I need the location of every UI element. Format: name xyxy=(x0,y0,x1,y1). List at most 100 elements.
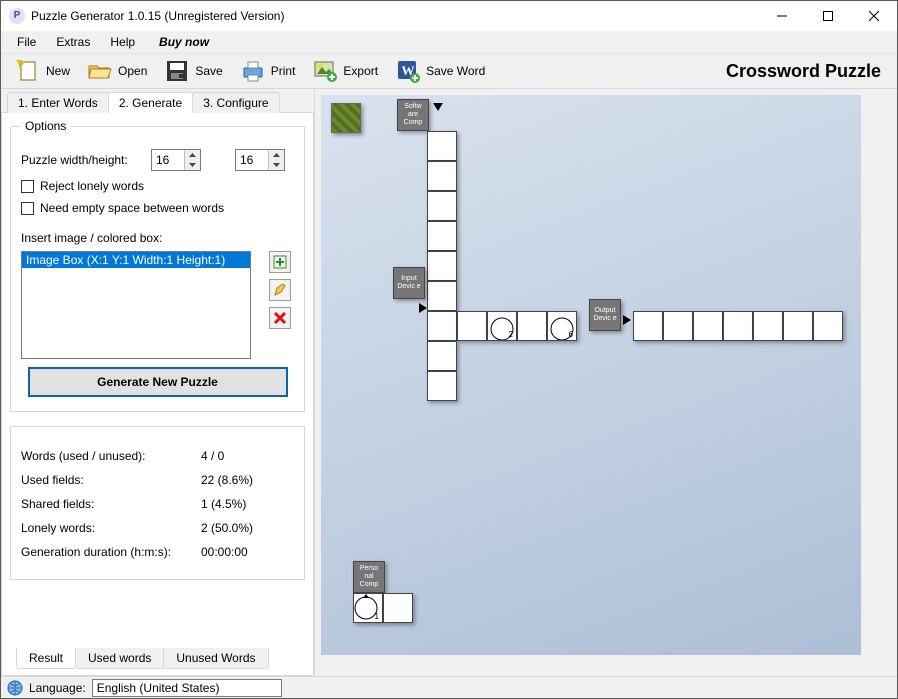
grid-cell[interactable] xyxy=(723,311,753,341)
grid-cell[interactable] xyxy=(383,593,413,623)
need-empty-space-label: Need empty space between words xyxy=(40,201,224,215)
grid-cell[interactable] xyxy=(457,311,487,341)
need-empty-space-checkbox[interactable]: Need empty space between words xyxy=(21,201,294,215)
insert-image-label: Insert image / colored box: xyxy=(21,231,294,245)
statusbar: Language: xyxy=(1,676,897,698)
close-button[interactable] xyxy=(851,1,897,31)
minimize-button[interactable] xyxy=(759,1,805,31)
grid-cell[interactable] xyxy=(427,341,457,371)
grid-cell[interactable]: 2 xyxy=(487,311,517,341)
grid-cell[interactable] xyxy=(427,311,457,341)
reject-lonely-checkbox[interactable]: Reject lonely words xyxy=(21,179,294,193)
stat-words-key: Words (used / unused): xyxy=(21,449,201,463)
grid-cell[interactable] xyxy=(427,131,457,161)
chevron-right-icon xyxy=(623,315,631,325)
app-icon: P xyxy=(9,8,25,24)
cell-number: 6 xyxy=(569,330,573,339)
left-pane: 1. Enter Words 2. Generate 3. Configure … xyxy=(1,89,315,676)
puzzle-canvas[interactable]: Softw are Comp Input Devic e xyxy=(321,95,861,655)
stat-shared-value: 1 (4.5%) xyxy=(201,497,246,511)
menu-file[interactable]: File xyxy=(9,33,44,51)
language-label: Language: xyxy=(29,681,86,695)
size-label: Puzzle width/height: xyxy=(21,153,141,167)
image-box-item[interactable]: Image Box (X:1 Y:1 Width:1 Height:1) xyxy=(22,252,250,268)
stats-box: Words (used / unused):4 / 0 Used fields:… xyxy=(10,426,305,580)
stat-lonely-key: Lonely words: xyxy=(21,521,201,535)
cell-number: 2 xyxy=(509,330,513,339)
generate-panel: Options Puzzle width/height: xyxy=(1,112,314,676)
export-button[interactable]: Export xyxy=(304,54,385,88)
grid-cell[interactable] xyxy=(427,191,457,221)
floppy-save-icon xyxy=(163,57,191,85)
app-window: P Puzzle Generator 1.0.15 (Unregistered … xyxy=(0,0,898,699)
options-group: Options Puzzle width/height: xyxy=(10,119,305,412)
height-down[interactable] xyxy=(269,160,284,170)
height-spinner[interactable] xyxy=(235,149,285,171)
tab-used-words[interactable]: Used words xyxy=(75,648,164,669)
grid-cell[interactable] xyxy=(753,311,783,341)
grid-cell[interactable]: 6 xyxy=(547,311,577,341)
pencil-icon xyxy=(273,283,287,297)
minimize-icon xyxy=(777,11,787,21)
print-button[interactable]: Print xyxy=(232,54,303,88)
grid-cell[interactable] xyxy=(427,161,457,191)
grid-cell[interactable] xyxy=(427,281,457,311)
grid-cell[interactable] xyxy=(427,371,457,401)
puzzle-type-title: Crossword Puzzle xyxy=(726,61,891,82)
language-input[interactable] xyxy=(92,679,282,697)
titlebar: P Puzzle Generator 1.0.15 (Unregistered … xyxy=(1,1,897,31)
inserted-image-thumb[interactable] xyxy=(331,103,361,133)
tab-configure[interactable]: 3. Configure xyxy=(192,92,279,113)
body-row: 1. Enter Words 2. Generate 3. Configure … xyxy=(1,89,897,676)
grid-cell[interactable] xyxy=(813,311,843,341)
print-label: Print xyxy=(271,64,296,78)
printer-icon xyxy=(239,57,267,85)
generate-button[interactable]: Generate New Puzzle xyxy=(28,367,288,397)
image-box-list[interactable]: Image Box (X:1 Y:1 Width:1 Height:1) xyxy=(21,251,251,359)
menubar: File Extras Help Buy now xyxy=(1,31,897,53)
toolbar: New Open Save Print Export xyxy=(1,53,897,89)
height-up[interactable] xyxy=(269,150,284,160)
grid-cell[interactable] xyxy=(663,311,693,341)
menu-help[interactable]: Help xyxy=(102,33,143,51)
tab-unused-words[interactable]: Unused Words xyxy=(163,648,268,669)
stat-lonely-value: 2 (50.0%) xyxy=(201,521,253,535)
export-image-icon xyxy=(311,57,339,85)
width-up[interactable] xyxy=(185,150,200,160)
maximize-button[interactable] xyxy=(805,1,851,31)
grid-cell[interactable] xyxy=(427,251,457,281)
open-button[interactable]: Open xyxy=(79,54,154,88)
tab-result[interactable]: Result xyxy=(16,648,76,669)
clue-software-comp[interactable]: Softw are Comp xyxy=(397,99,429,131)
tab-enter-words[interactable]: 1. Enter Words xyxy=(7,92,109,113)
delete-image-button[interactable] xyxy=(269,307,291,329)
export-label: Export xyxy=(343,64,378,78)
grid-cell[interactable] xyxy=(517,311,547,341)
open-label: Open xyxy=(118,64,147,78)
stat-words-value: 4 / 0 xyxy=(201,449,224,463)
stat-duration-key: Generation duration (h:m:s): xyxy=(21,545,201,559)
clue-input-device[interactable]: Input Devic e xyxy=(393,267,425,299)
save-word-label: Save Word xyxy=(426,64,485,78)
save-label: Save xyxy=(195,64,222,78)
width-down[interactable] xyxy=(185,160,200,170)
grid-cell[interactable] xyxy=(783,311,813,341)
grid-cell[interactable] xyxy=(427,221,457,251)
clue-personal-comp[interactable]: Perso nal Comp xyxy=(353,561,385,593)
width-input[interactable] xyxy=(152,150,184,170)
save-button[interactable]: Save xyxy=(156,54,229,88)
menu-extras[interactable]: Extras xyxy=(48,33,98,51)
tab-generate[interactable]: 2. Generate xyxy=(108,92,193,113)
new-button[interactable]: New xyxy=(7,54,77,88)
menu-buy-now[interactable]: Buy now xyxy=(151,33,217,51)
add-image-button[interactable] xyxy=(269,251,291,273)
grid-cell[interactable] xyxy=(693,311,723,341)
save-word-button[interactable]: W Save Word xyxy=(387,54,492,88)
edit-image-button[interactable] xyxy=(269,279,291,301)
cell-number: 1 xyxy=(375,612,379,621)
grid-cell[interactable] xyxy=(633,311,663,341)
height-input[interactable] xyxy=(236,150,268,170)
width-spinner[interactable] xyxy=(151,149,201,171)
grid-cell[interactable]: 1 xyxy=(353,593,383,623)
clue-output-device[interactable]: Output Devic e xyxy=(589,299,621,331)
